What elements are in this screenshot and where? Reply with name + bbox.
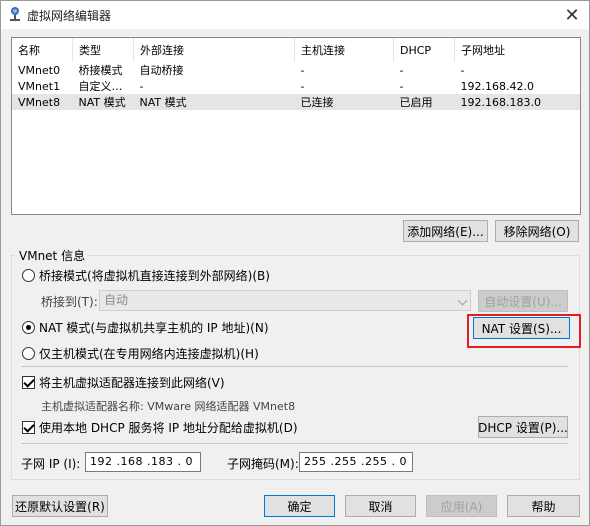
divider <box>21 443 568 444</box>
column-header-name[interactable]: 名称 <box>12 38 73 62</box>
remove-network-button[interactable]: 移除网络(O) <box>495 220 579 242</box>
group-title: VMnet 信息 <box>17 247 88 264</box>
cancel-button[interactable]: 取消 <box>345 495 416 517</box>
auto-settings-button[interactable]: 自动设置(U)... <box>478 290 568 312</box>
column-header-host[interactable]: 主机连接 <box>294 38 394 62</box>
cell: NAT 模式 <box>133 94 295 110</box>
bridge-to-value: 自动 <box>104 293 129 307</box>
dhcp-settings-button[interactable]: DHCP 设置(P)... <box>478 416 568 438</box>
cell: 自定义… <box>78 80 123 93</box>
cell: 已启用 <box>393 94 455 110</box>
cell: 桥接模式 <box>78 64 123 77</box>
list-header: 名称 类型 外部连接 主机连接 DHCP 子网地址 <box>12 38 580 62</box>
cell: VMnet8 <box>12 94 73 110</box>
use-dhcp-label[interactable]: 使用本地 DHCP 服务将 IP 地址分配给虚拟机(D) <box>39 419 298 436</box>
nat-mode-label[interactable]: NAT 模式(与虚拟机共享主机的 IP 地址)(N) <box>39 319 269 336</box>
subnet-ip-input[interactable]: 192 .168 .183 . 0 <box>85 452 201 472</box>
divider <box>21 366 568 367</box>
highlight-box <box>467 314 581 348</box>
column-header-type[interactable]: 类型 <box>72 38 134 62</box>
bridge-mode-radio[interactable] <box>22 269 35 282</box>
vmnet-info-group <box>11 255 580 480</box>
vmware-network-icon <box>10 7 20 21</box>
cell: VMnet1 <box>18 79 61 93</box>
host-only-mode-radio[interactable] <box>22 347 35 360</box>
window-title: 虚拟网络编辑器 <box>27 9 112 23</box>
restore-defaults-button[interactable]: 还原默认设置(R) <box>12 495 108 517</box>
network-list[interactable]: 名称 类型 外部连接 主机连接 DHCP 子网地址 VMnet0 桥接模式 自动… <box>11 37 581 215</box>
use-dhcp-checkbox[interactable] <box>22 421 35 434</box>
title-bar[interactable]: 虚拟网络编辑器 ✕ <box>1 1 589 29</box>
add-network-button[interactable]: 添加网络(E)... <box>403 220 488 242</box>
close-icon[interactable]: ✕ <box>555 1 589 29</box>
column-header-dhcp[interactable]: DHCP <box>393 38 455 62</box>
cell: 自动桥接 <box>139 64 184 77</box>
adapter-name-label: 主机虚拟适配器名称: VMware 网络适配器 VMnet8 <box>41 400 296 413</box>
host-only-mode-label[interactable]: 仅主机模式(在专用网络内连接虚拟机)(H) <box>39 345 259 362</box>
virtual-network-editor-window: 虚拟网络编辑器 ✕ 名称 类型 外部连接 主机连接 DHCP 子网地址 VMne… <box>0 0 590 526</box>
cell: 192.168.42.0 <box>460 79 534 93</box>
apply-button[interactable]: 应用(A) <box>426 495 497 517</box>
subnet-mask-input[interactable]: 255 .255 .255 . 0 <box>299 452 413 472</box>
subnet-mask-label: 子网掩码(M): <box>227 457 299 471</box>
cell: - <box>399 63 404 77</box>
cell: - <box>139 79 144 93</box>
subnet-ip-label: 子网 IP (I): <box>21 457 81 471</box>
table-row-selected[interactable]: VMnet8 NAT 模式 NAT 模式 已连接 已启用 192.168.183… <box>12 94 580 110</box>
cell: - <box>460 63 465 77</box>
column-header-subnet[interactable]: 子网地址 <box>455 38 581 62</box>
nat-mode-radio[interactable] <box>22 321 35 334</box>
chevron-down-icon <box>457 295 468 306</box>
help-button[interactable]: 帮助 <box>507 495 580 517</box>
column-header-external[interactable]: 外部连接 <box>133 38 295 62</box>
cell: - <box>399 79 404 93</box>
bridge-to-label: 桥接到(T): <box>41 295 98 309</box>
cell: VMnet0 <box>18 63 61 77</box>
connect-adapter-label[interactable]: 将主机虚拟适配器连接到此网络(V) <box>39 374 225 391</box>
cell: 192.168.183.0 <box>454 94 580 110</box>
cell: 已连接 <box>294 94 394 110</box>
cell: - <box>300 63 305 77</box>
bridge-to-dropdown[interactable]: 自动 <box>99 290 471 311</box>
bridge-mode-label[interactable]: 桥接模式(将虚拟机直接连接到外部网络)(B) <box>39 267 270 284</box>
ok-button[interactable]: 确定 <box>264 495 335 517</box>
connect-adapter-checkbox[interactable] <box>22 376 35 389</box>
cell: - <box>300 79 305 93</box>
table-row[interactable]: VMnet1 自定义… - - - 192.168.42.0 <box>12 78 580 94</box>
table-row[interactable]: VMnet0 桥接模式 自动桥接 - - - <box>12 62 580 78</box>
cell: NAT 模式 <box>72 94 134 110</box>
